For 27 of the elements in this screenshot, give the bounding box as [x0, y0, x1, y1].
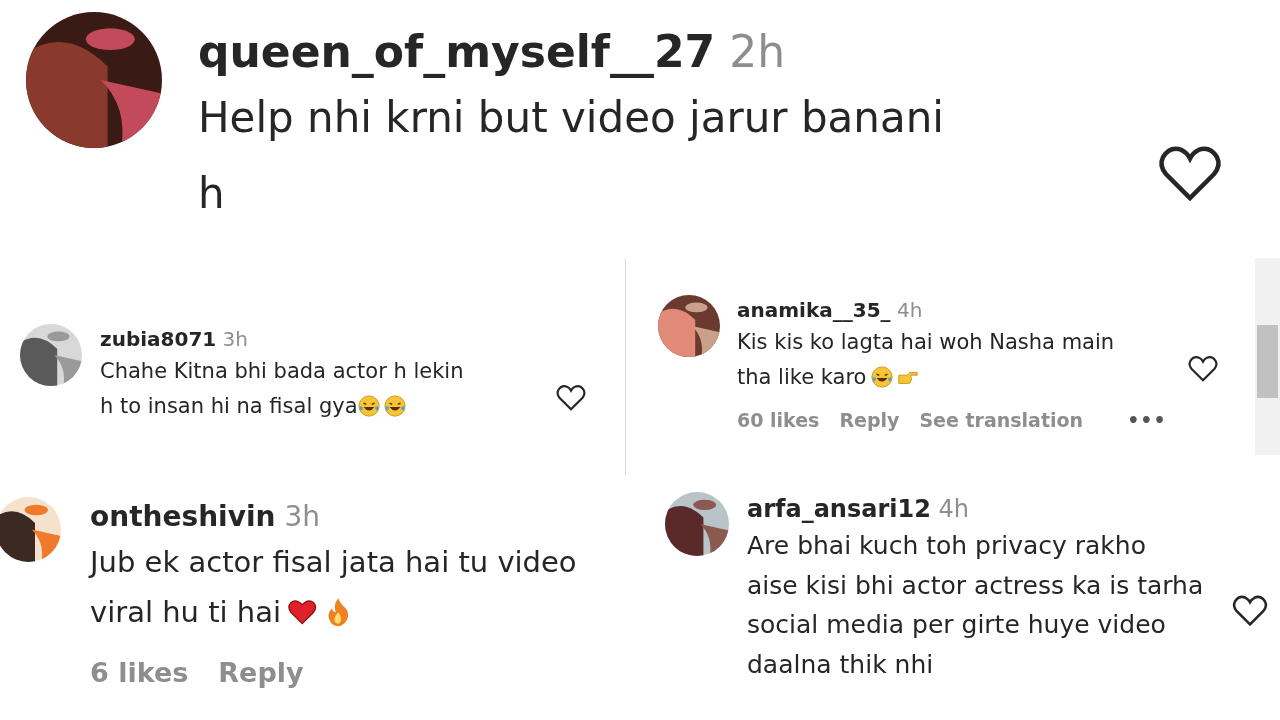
timestamp: 4h [938, 495, 969, 523]
comment-text: Are bhai kuch toh privacy rakho [747, 530, 1146, 562]
laughing-face-icon [870, 366, 893, 389]
username[interactable]: queen_of_myself__27 [198, 26, 716, 77]
comment-text: Chahe Kitna bhi bada actor h lekin [100, 358, 464, 385]
comment-text: daalna thik nhi [747, 648, 934, 681]
comment-text: aise kisi bhi actor actress ka is tarha [747, 569, 1204, 602]
laughing-face-icon [357, 395, 380, 418]
comment-text: viral hu ti hai [90, 594, 282, 631]
username[interactable]: arfa_ansari12 [747, 495, 931, 523]
comment-action[interactable]: ••• [1127, 409, 1167, 431]
timestamp: 3h [284, 500, 320, 533]
comment-text: h [198, 168, 225, 220]
scroll-bar[interactable] [1255, 258, 1280, 455]
comment-text: Help nhi krni but video jarur banani [198, 92, 944, 144]
comment-text: tha like karo [737, 364, 867, 391]
comment-text: social media per girte huye video [747, 609, 1166, 641]
timestamp: 2h [729, 26, 786, 77]
comment-text: h to insan hi na fisal gya [100, 393, 358, 420]
comment-text: Kis kis ko lagta hai woh Nasha main [737, 329, 1115, 356]
username[interactable]: zubia8071 [100, 327, 217, 351]
timestamp: 3h [222, 327, 248, 351]
comment-text: Jub ek actor fisal jata hai tu video [90, 544, 577, 581]
timestamp: 4h [896, 298, 923, 322]
laughing-face-icon [383, 395, 406, 418]
username[interactable]: anamika__35_ [737, 298, 891, 322]
username[interactable]: ontheshivin [90, 500, 276, 533]
